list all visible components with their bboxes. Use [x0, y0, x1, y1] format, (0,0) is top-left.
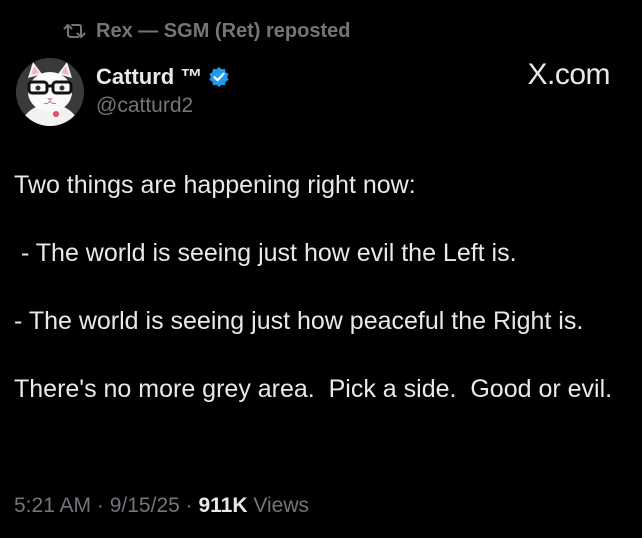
- author-block[interactable]: Catturd ™ @catturd2: [96, 62, 230, 118]
- author-name-row: Catturd ™: [96, 62, 230, 92]
- author-handle[interactable]: @catturd2: [96, 94, 230, 118]
- meta-separator: ·: [179, 494, 199, 517]
- repost-icon: [62, 20, 88, 42]
- meta-separator: ·: [91, 494, 110, 517]
- verified-badge-icon: [208, 66, 230, 88]
- author-display-name[interactable]: Catturd ™: [96, 64, 202, 90]
- post-text: Two things are happening right now: - Th…: [14, 168, 626, 406]
- avatar[interactable]: [16, 58, 84, 126]
- post-line: - The world is seeing just how evil the …: [14, 239, 517, 267]
- source-watermark: X.com: [527, 58, 610, 91]
- post-date[interactable]: 9/15/25: [110, 494, 180, 518]
- views-label: Views: [247, 494, 310, 517]
- post-line: - The world is seeing just how peaceful …: [14, 307, 584, 335]
- post-line: There's no more grey area. Pick a side. …: [14, 375, 613, 403]
- post-line: Two things are happening right now:: [14, 171, 416, 199]
- post-meta: 5:21 AM · 9/15/25 · 911K Views: [14, 494, 309, 518]
- cat-avatar-image: [16, 58, 84, 126]
- repost-indicator[interactable]: Rex — SGM (Ret) reposted: [62, 18, 350, 44]
- views-count[interactable]: 911K: [198, 494, 247, 518]
- repost-text: Rex — SGM (Ret) reposted: [96, 19, 351, 42]
- post-time[interactable]: 5:21 AM: [14, 494, 91, 518]
